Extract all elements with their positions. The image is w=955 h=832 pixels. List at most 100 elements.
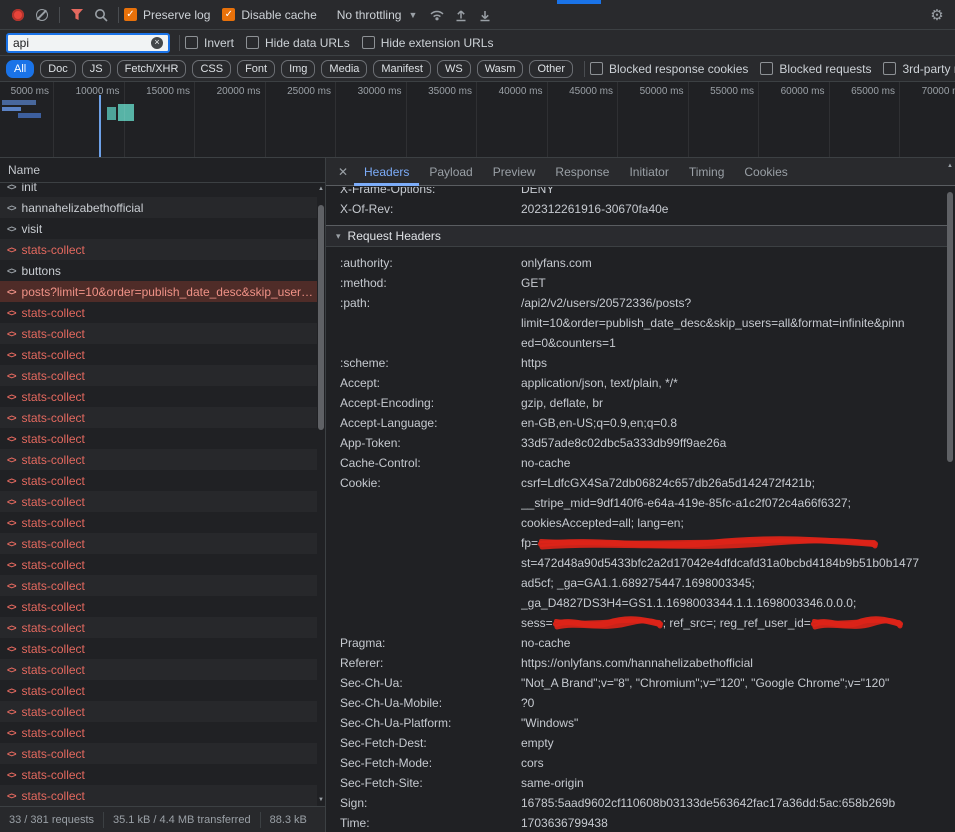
network-request-row[interactable]: <>stats-collect	[0, 617, 317, 638]
network-request-row[interactable]: <>stats-collect	[0, 638, 317, 659]
filter-type-ws[interactable]: WS	[437, 60, 471, 78]
tab-initiator[interactable]: Initiator	[619, 158, 678, 186]
header-value: "Windows"	[521, 713, 947, 733]
close-icon[interactable]: ✕	[332, 165, 354, 179]
record-button[interactable]	[6, 3, 30, 27]
header-value-line: ed=0&counters=1	[521, 333, 947, 353]
network-request-row[interactable]: <>init	[0, 183, 317, 197]
preserve-log-checkbox[interactable]: ✓	[124, 8, 137, 21]
overview-timeline-strip[interactable]: 5000 ms10000 ms15000 ms20000 ms25000 ms3…	[0, 82, 955, 158]
network-request-row[interactable]: <>stats-collect	[0, 470, 317, 491]
network-request-row[interactable]: <>stats-collect	[0, 575, 317, 596]
details-scrollbar: ▲	[946, 188, 954, 832]
clear-button[interactable]	[30, 3, 54, 27]
network-request-row[interactable]: <>stats-collect	[0, 407, 317, 428]
request-headers-section-header[interactable]: ▾ Request Headers	[326, 225, 947, 247]
network-request-row[interactable]: <>stats-collect	[0, 554, 317, 575]
filter-type-fetch-xhr[interactable]: Fetch/XHR	[117, 60, 187, 78]
tab-timing[interactable]: Timing	[679, 158, 735, 186]
header-name: Cache-Control:	[326, 453, 521, 473]
network-request-row[interactable]: <>stats-collect	[0, 743, 317, 764]
filter-type-manifest[interactable]: Manifest	[373, 60, 431, 78]
export-har-button[interactable]	[473, 3, 497, 27]
clear-filter-icon[interactable]: ×	[151, 37, 163, 49]
scrollbar-thumb[interactable]	[318, 205, 324, 430]
filter-type-media[interactable]: Media	[321, 60, 367, 78]
scrollbar-thumb[interactable]	[947, 192, 953, 462]
3rd-party-requests-checkbox[interactable]	[883, 62, 896, 75]
filter-type-other[interactable]: Other	[529, 60, 573, 78]
network-request-row[interactable]: <>stats-collect	[0, 344, 317, 365]
filter-type-css[interactable]: CSS	[192, 60, 231, 78]
header-value-text: /api2/v2/users/20572336/posts?	[521, 293, 691, 313]
header-value-text: DENY	[521, 187, 554, 199]
blocked-requests-checkbox[interactable]	[760, 62, 773, 75]
filter-type-wasm[interactable]: Wasm	[477, 60, 524, 78]
filter-toggle-button[interactable]	[65, 3, 89, 27]
arrow-up-icon	[454, 8, 468, 22]
network-request-row[interactable]: <>stats-collect	[0, 785, 317, 806]
network-request-row[interactable]: <>stats-collect	[0, 302, 317, 323]
filter-type-js[interactable]: JS	[82, 60, 111, 78]
scroll-up-icon[interactable]: ▲	[317, 185, 325, 193]
network-request-row[interactable]: <>stats-collect	[0, 239, 317, 260]
settings-gear-icon[interactable]: ⚙	[925, 6, 949, 24]
disable-cache-checkbox[interactable]: ✓	[222, 8, 235, 21]
network-request-row[interactable]: <>stats-collect	[0, 680, 317, 701]
scroll-up-icon[interactable]: ▲	[946, 162, 954, 170]
request-name: stats-collect	[22, 432, 85, 446]
header-value-line: https	[521, 353, 947, 373]
network-request-row[interactable]: <>visit	[0, 218, 317, 239]
tab-cookies[interactable]: Cookies	[734, 158, 797, 186]
network-request-row[interactable]: <>posts?limit=10&order=publish_date_desc…	[0, 281, 317, 302]
filter-type-all[interactable]: All	[6, 60, 34, 78]
filter-type-doc[interactable]: Doc	[40, 60, 76, 78]
filter-type-img[interactable]: Img	[281, 60, 315, 78]
search-button[interactable]	[89, 3, 113, 27]
filter-input[interactable]: api ×	[6, 33, 170, 53]
network-request-row[interactable]: <>stats-collect	[0, 323, 317, 344]
scroll-down-icon[interactable]: ▼	[317, 796, 325, 804]
header-name: Sec-Ch-Ua-Mobile:	[326, 693, 521, 713]
blocked-response-cookies-checkbox[interactable]	[590, 62, 603, 75]
name-column-header[interactable]: Name	[0, 158, 325, 183]
tab-payload[interactable]: Payload	[419, 158, 482, 186]
tab-response[interactable]: Response	[545, 158, 619, 186]
network-request-row[interactable]: <>stats-collect	[0, 386, 317, 407]
hide-extension-urls-checkbox[interactable]	[362, 36, 375, 49]
header-value-text: fp=	[521, 533, 538, 553]
network-request-row[interactable]: <>stats-collect	[0, 659, 317, 680]
header-value-text: onlyfans.com	[521, 253, 592, 273]
filter-type-font[interactable]: Font	[237, 60, 275, 78]
header-value-text: cors	[521, 753, 544, 773]
tab-preview[interactable]: Preview	[483, 158, 546, 186]
network-request-row[interactable]: <>stats-collect	[0, 449, 317, 470]
network-request-row[interactable]: <>stats-collect	[0, 722, 317, 743]
network-request-row[interactable]: <>hannahelizabethofficial	[0, 197, 317, 218]
network-request-row[interactable]: <>stats-collect	[0, 764, 317, 785]
header-value-line: gzip, deflate, br	[521, 393, 947, 413]
request-name: stats-collect	[22, 537, 85, 551]
tab-headers[interactable]: Headers	[354, 158, 419, 186]
throttling-value: No throttling	[337, 8, 402, 22]
request-name: stats-collect	[22, 306, 85, 320]
invert-checkbox[interactable]	[185, 36, 198, 49]
blocked-requests-label: Blocked requests	[779, 62, 871, 76]
network-request-row[interactable]: <>stats-collect	[0, 596, 317, 617]
network-conditions-button[interactable]	[425, 3, 449, 27]
network-request-row[interactable]: <>stats-collect	[0, 428, 317, 449]
network-request-row[interactable]: <>stats-collect	[0, 491, 317, 512]
throttling-dropdown[interactable]: No throttling ▼	[337, 8, 418, 22]
network-request-row[interactable]: <>stats-collect	[0, 701, 317, 722]
network-request-row[interactable]: <>buttons	[0, 260, 317, 281]
network-request-row[interactable]: <>stats-collect	[0, 365, 317, 386]
request-type-icon: <>	[7, 560, 16, 570]
overview-activity-bar	[18, 113, 41, 118]
request-name: stats-collect	[22, 390, 85, 404]
hide-data-urls-checkbox[interactable]	[246, 36, 259, 49]
header-row: Sec-Ch-Ua-Mobile:?0	[326, 693, 947, 713]
network-request-row[interactable]: <>stats-collect	[0, 512, 317, 533]
network-request-row[interactable]: <>stats-collect	[0, 533, 317, 554]
header-value-text: "Not_A Brand";v="8", "Chromium";v="120",…	[521, 673, 889, 693]
import-har-button[interactable]	[449, 3, 473, 27]
